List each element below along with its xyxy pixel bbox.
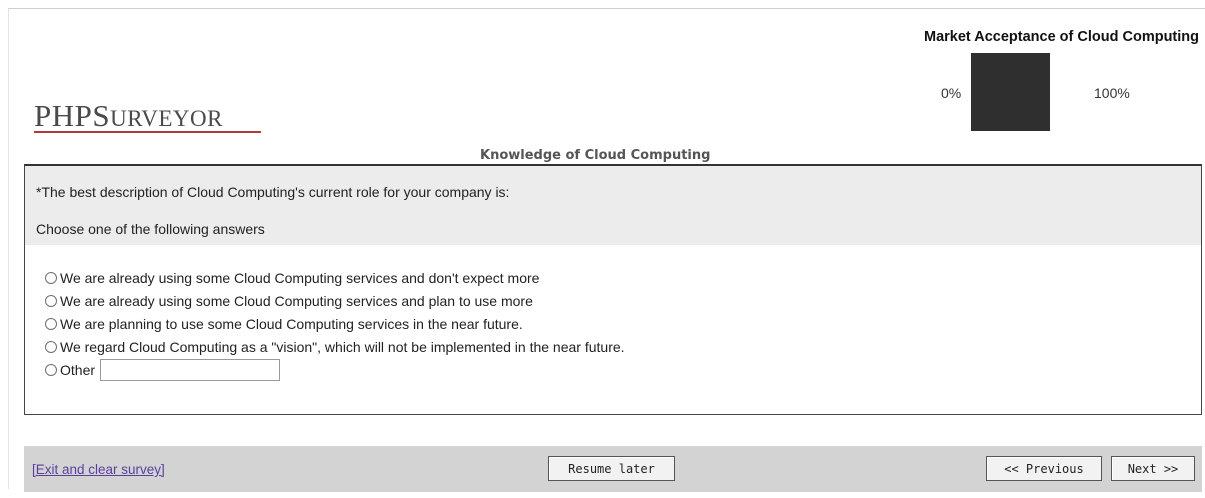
progress-min-label: 0%	[941, 85, 962, 101]
footer-bar: [Exit and clear survey] Resume later << …	[24, 446, 1202, 492]
answer-label: We are already using some Cloud Computin…	[60, 269, 540, 286]
progress-max-label: 100%	[1094, 85, 1130, 101]
answer-option-4[interactable]: We regard Cloud Computing as a "vision",…	[45, 335, 625, 358]
previous-button[interactable]: << Previous	[986, 456, 1102, 481]
next-button[interactable]: Next >>	[1111, 456, 1195, 481]
radio-button[interactable]	[45, 363, 57, 376]
answer-label: We are already using some Cloud Computin…	[60, 292, 533, 309]
progress-bar	[971, 53, 1050, 131]
radio-button[interactable]	[45, 271, 57, 284]
radio-button[interactable]	[45, 340, 57, 353]
group-title: Knowledge of Cloud Computing	[480, 148, 711, 163]
answer-option-1[interactable]: We are already using some Cloud Computin…	[45, 266, 625, 289]
other-text-input[interactable]	[100, 358, 281, 381]
logo: PHPSURVEYOR	[34, 98, 223, 133]
answer-list: We are already using some Cloud Computin…	[45, 266, 625, 381]
logo-underline	[34, 131, 261, 133]
question-header: *The best description of Cloud Computing…	[25, 166, 1201, 245]
answer-label: Other	[60, 361, 96, 378]
exit-and-clear-link[interactable]: [Exit and clear survey]	[32, 462, 165, 477]
radio-button[interactable]	[45, 317, 57, 330]
question-box: *The best description of Cloud Computing…	[24, 164, 1202, 415]
answer-option-3[interactable]: We are planning to use some Cloud Comput…	[45, 312, 625, 335]
progress-fill	[971, 53, 1050, 131]
question-help: Choose one of the following answers	[36, 221, 265, 237]
answer-option-2[interactable]: We are already using some Cloud Computin…	[45, 289, 625, 312]
answer-option-other[interactable]: Other	[45, 358, 625, 381]
answer-label: We are planning to use some Cloud Comput…	[60, 315, 523, 332]
question-text: *The best description of Cloud Computing…	[36, 184, 510, 200]
answer-label: We regard Cloud Computing as a "vision",…	[60, 338, 625, 355]
progress-title: Market Acceptance of Cloud Computing	[924, 29, 1199, 45]
resume-later-button[interactable]: Resume later	[548, 456, 675, 481]
radio-button[interactable]	[45, 294, 57, 307]
